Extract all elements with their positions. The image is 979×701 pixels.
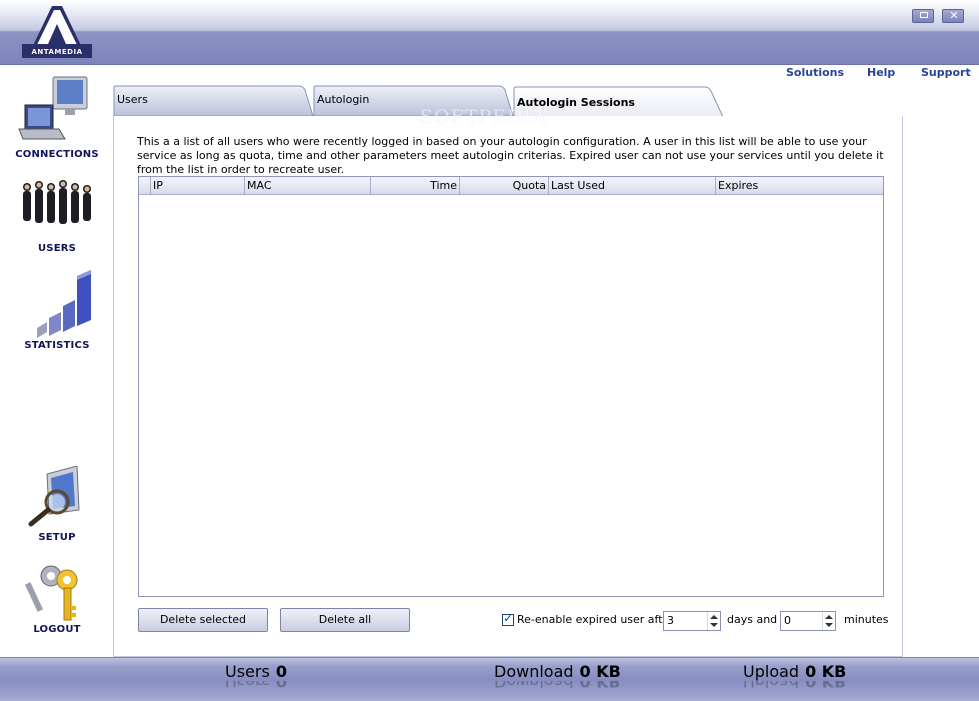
- spin-down-icon[interactable]: [710, 623, 718, 627]
- close-window-button[interactable]: ✕: [942, 9, 964, 23]
- antamedia-logo: ANTAMEDIA: [22, 4, 92, 60]
- nav-setup[interactable]: SETUP: [8, 466, 106, 543]
- minutes-spinner-arrows[interactable]: [822, 612, 835, 630]
- status-download-reflection-value: 0 KB: [579, 681, 621, 691]
- nav-connections-label: CONNECTIONS: [15, 149, 99, 160]
- keys-icon: [24, 565, 78, 621]
- days-spinner-arrows[interactable]: [707, 612, 720, 630]
- status-download-reflection: Download 0 KB: [494, 681, 621, 691]
- column-mac[interactable]: MAC: [245, 177, 371, 195]
- sessions-table[interactable]: IP MAC Time Quota Last Used Expires: [138, 176, 884, 597]
- days-label: days and: [727, 613, 778, 626]
- column-quota[interactable]: Quota: [460, 177, 549, 195]
- tab-autologin-label: Autologin: [317, 93, 370, 106]
- spin-up-icon[interactable]: [710, 615, 718, 619]
- status-users-reflection-value: 0: [275, 681, 287, 691]
- nav-users-label: USERS: [37, 243, 77, 254]
- status-download-value: 0 KB: [579, 662, 621, 681]
- minutes-spinner[interactable]: 0: [780, 611, 836, 631]
- setup-icon: [28, 466, 80, 527]
- app-header: ANTAMEDIA ✕: [0, 0, 979, 65]
- nav-logout-label: LOGOUT: [33, 624, 81, 635]
- support-link[interactable]: Support: [921, 66, 971, 79]
- spin-up-icon[interactable]: [825, 615, 833, 619]
- status-users-reflection-label: Users: [225, 681, 270, 691]
- solutions-link[interactable]: Solutions: [786, 66, 844, 79]
- minutes-value: 0: [784, 614, 791, 627]
- status-users-reflection: Users 0: [225, 681, 287, 691]
- status-users-value: 0: [275, 662, 287, 681]
- status-download-label: Download: [494, 662, 574, 681]
- table-header-spacer: [139, 177, 151, 195]
- tab-users-label: Users: [117, 93, 148, 106]
- help-link[interactable]: Help: [867, 66, 895, 79]
- nav-setup-label: SETUP: [38, 532, 76, 543]
- status-download-reflection-label: Download: [494, 681, 574, 691]
- restore-icon: [920, 12, 928, 18]
- nav-logout[interactable]: LOGOUT: [8, 562, 106, 635]
- tab-users[interactable]: Users: [113, 85, 315, 116]
- checkmark-icon: ✓: [503, 612, 513, 625]
- nav-statistics[interactable]: STATISTICS: [8, 270, 106, 351]
- column-last-used[interactable]: Last Used: [549, 177, 716, 195]
- nav-statistics-label: STATISTICS: [24, 340, 90, 351]
- spin-down-icon[interactable]: [825, 623, 833, 627]
- status-users: Users 0: [225, 662, 287, 682]
- status-download: Download 0 KB: [494, 662, 621, 682]
- watermark: SOFTPEDIA: [420, 106, 547, 128]
- connections-icon: [18, 76, 88, 140]
- logo-text: ANTAMEDIA: [31, 48, 83, 56]
- days-spinner[interactable]: 3: [663, 611, 721, 631]
- nav-connections[interactable]: CONNECTIONS: [8, 75, 106, 160]
- minutes-label: minutes: [844, 613, 889, 626]
- column-ip[interactable]: IP: [151, 177, 245, 195]
- status-upload-value: 0 KB: [805, 662, 847, 681]
- delete-all-button[interactable]: Delete all: [280, 608, 410, 632]
- nav-users[interactable]: USERS: [8, 177, 106, 254]
- reenable-checkbox[interactable]: ✓: [502, 612, 514, 626]
- close-icon: ✕: [949, 9, 959, 22]
- status-upload-reflection-label: Upload: [743, 681, 800, 691]
- status-upload: Upload 0 KB: [743, 662, 846, 682]
- reenable-label: Re-enable expired user after: [517, 613, 674, 626]
- delete-selected-button[interactable]: Delete selected: [138, 608, 268, 632]
- days-value: 3: [667, 614, 674, 627]
- users-icon: [23, 180, 91, 224]
- status-upload-reflection-value: 0 KB: [805, 681, 847, 691]
- statistics-icon: [37, 270, 91, 338]
- column-expires[interactable]: Expires: [716, 177, 883, 195]
- description-text: This a a list of all users who were rece…: [137, 135, 884, 176]
- status-users-label: Users: [225, 662, 270, 681]
- table-header: IP MAC Time Quota Last Used Expires: [139, 177, 883, 195]
- column-time[interactable]: Time: [371, 177, 460, 195]
- status-upload-reflection: Upload 0 KB: [743, 681, 846, 691]
- status-upload-label: Upload: [743, 662, 800, 681]
- restore-window-button[interactable]: [912, 9, 934, 23]
